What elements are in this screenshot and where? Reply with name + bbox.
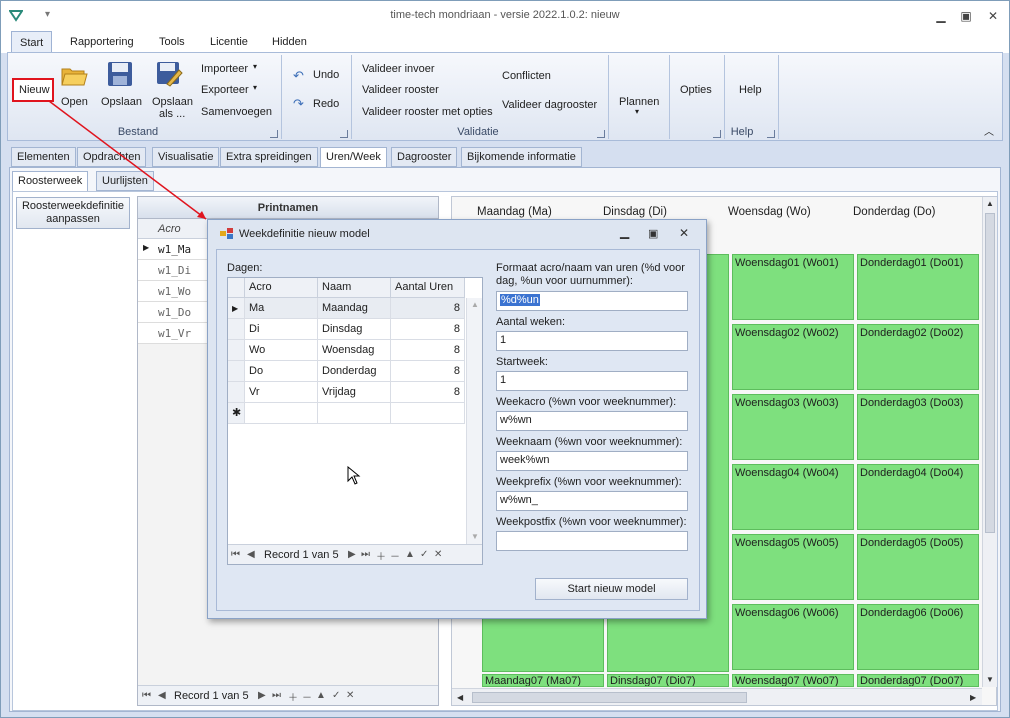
- col-header-acro[interactable]: Acro: [245, 278, 318, 298]
- cell-acro[interactable]: Vr: [245, 382, 318, 403]
- nav-first-icon[interactable]: ⏮: [231, 549, 240, 560]
- formaat-label-2: dag, %un voor uurnummer):: [496, 275, 633, 287]
- formaat-label-1: Formaat acro/naam van uren (%d voor: [496, 262, 685, 274]
- row-header: [228, 361, 245, 382]
- dagen-grid: Acro Naam Aantal Uren ▶ Ma Maandag 8 Di …: [227, 277, 483, 565]
- start-nieuw-model-button[interactable]: Start nieuw model: [535, 578, 688, 600]
- nav-add-icon[interactable]: ＋: [376, 548, 386, 563]
- weeknaam-input[interactable]: week%wn: [496, 451, 688, 471]
- weekpostfix-input[interactable]: [496, 531, 688, 551]
- cell-uren[interactable]: 8: [391, 382, 465, 403]
- startweek-label: Startweek:: [496, 356, 548, 368]
- cell-naam[interactable]: Donderdag: [318, 361, 391, 382]
- weekacro-label: Weekacro (%wn voor weeknummer):: [496, 396, 677, 408]
- row-header: [228, 340, 245, 361]
- dialog-title-bar: Weekdefinitie nieuw model ▁ ▣ ✕: [208, 220, 706, 248]
- new-row-icon: ✱: [228, 403, 245, 424]
- new-row-cell[interactable]: [318, 403, 391, 424]
- cell-naam[interactable]: Woensdag: [318, 340, 391, 361]
- cell-uren[interactable]: 8: [391, 298, 465, 319]
- weekprefix-label: Weekprefix (%wn voor weeknummer):: [496, 476, 682, 488]
- weekpostfix-label: Weekpostfix (%wn voor weeknummer):: [496, 516, 687, 528]
- new-row-cell[interactable]: [245, 403, 318, 424]
- dialog-minimize-icon[interactable]: ▁: [620, 225, 629, 239]
- weekdefinitie-dialog: Weekdefinitie nieuw model ▁ ▣ ✕ Dagen: A…: [207, 219, 707, 619]
- cell-acro[interactable]: Wo: [245, 340, 318, 361]
- row-header: [228, 382, 245, 403]
- aantal-weken-label: Aantal weken:: [496, 316, 566, 328]
- nav-last-icon[interactable]: ⏭: [361, 549, 370, 560]
- grid-scroll-down-icon[interactable]: ▼: [471, 532, 479, 541]
- row-header: [228, 319, 245, 340]
- cell-naam[interactable]: Dinsdag: [318, 319, 391, 340]
- weekprefix-input[interactable]: w%wn_: [496, 491, 688, 511]
- weekacro-input[interactable]: w%wn: [496, 411, 688, 431]
- cell-naam[interactable]: Maandag: [318, 298, 391, 319]
- cell-naam[interactable]: Vrijdag: [318, 382, 391, 403]
- formaat-input[interactable]: %d%un: [496, 291, 688, 311]
- grid-vertical-scrollbar[interactable]: ▲ ▼: [466, 298, 482, 544]
- aantal-weken-input[interactable]: 1: [496, 331, 688, 351]
- row-indicator-icon: ▶: [228, 298, 245, 319]
- dagen-label: Dagen:: [227, 262, 263, 274]
- dialog-close-icon[interactable]: ✕: [679, 226, 689, 240]
- main-window: ▾ time-tech mondriaan - versie 2022.1.0.…: [0, 0, 1010, 718]
- nav-prev-icon[interactable]: ◀: [247, 549, 255, 560]
- weeknaam-label: Weeknaam (%wn voor weeknummer):: [496, 436, 683, 448]
- dagen-record-label: Record 1 van 5: [264, 549, 339, 561]
- cell-uren[interactable]: 8: [391, 319, 465, 340]
- col-header-naam[interactable]: Naam: [318, 278, 391, 298]
- new-row-cell[interactable]: [391, 403, 465, 424]
- nav-cancel-icon[interactable]: ✕: [434, 549, 442, 560]
- cell-uren[interactable]: 8: [391, 361, 465, 382]
- cell-acro[interactable]: Di: [245, 319, 318, 340]
- grid-corner: [228, 278, 245, 298]
- dagen-navigator: ⏮ ◀ Record 1 van 5 ▶ ⏭ ＋ － ▲ ✓ ✕: [228, 544, 482, 564]
- startweek-input[interactable]: 1: [496, 371, 688, 391]
- nav-next-icon[interactable]: ▶: [348, 549, 356, 560]
- dialog-app-icon: [220, 228, 233, 239]
- formaat-input-value: %d%un: [500, 294, 540, 306]
- dialog-title: Weekdefinitie nieuw model: [239, 228, 370, 240]
- nav-confirm-icon[interactable]: ✓: [420, 549, 428, 560]
- nav-up-icon[interactable]: ▲: [405, 549, 415, 560]
- dialog-maximize-icon[interactable]: ▣: [648, 227, 658, 240]
- mouse-cursor-icon: [347, 466, 361, 485]
- nav-remove-icon[interactable]: －: [390, 548, 400, 563]
- grid-scroll-up-icon[interactable]: ▲: [471, 300, 479, 309]
- cell-uren[interactable]: 8: [391, 340, 465, 361]
- col-header-uren[interactable]: Aantal Uren: [391, 278, 465, 298]
- cell-acro[interactable]: Ma: [245, 298, 318, 319]
- cell-acro[interactable]: Do: [245, 361, 318, 382]
- dialog-body: Dagen: Acro Naam Aantal Uren ▶ Ma Maanda…: [216, 249, 700, 611]
